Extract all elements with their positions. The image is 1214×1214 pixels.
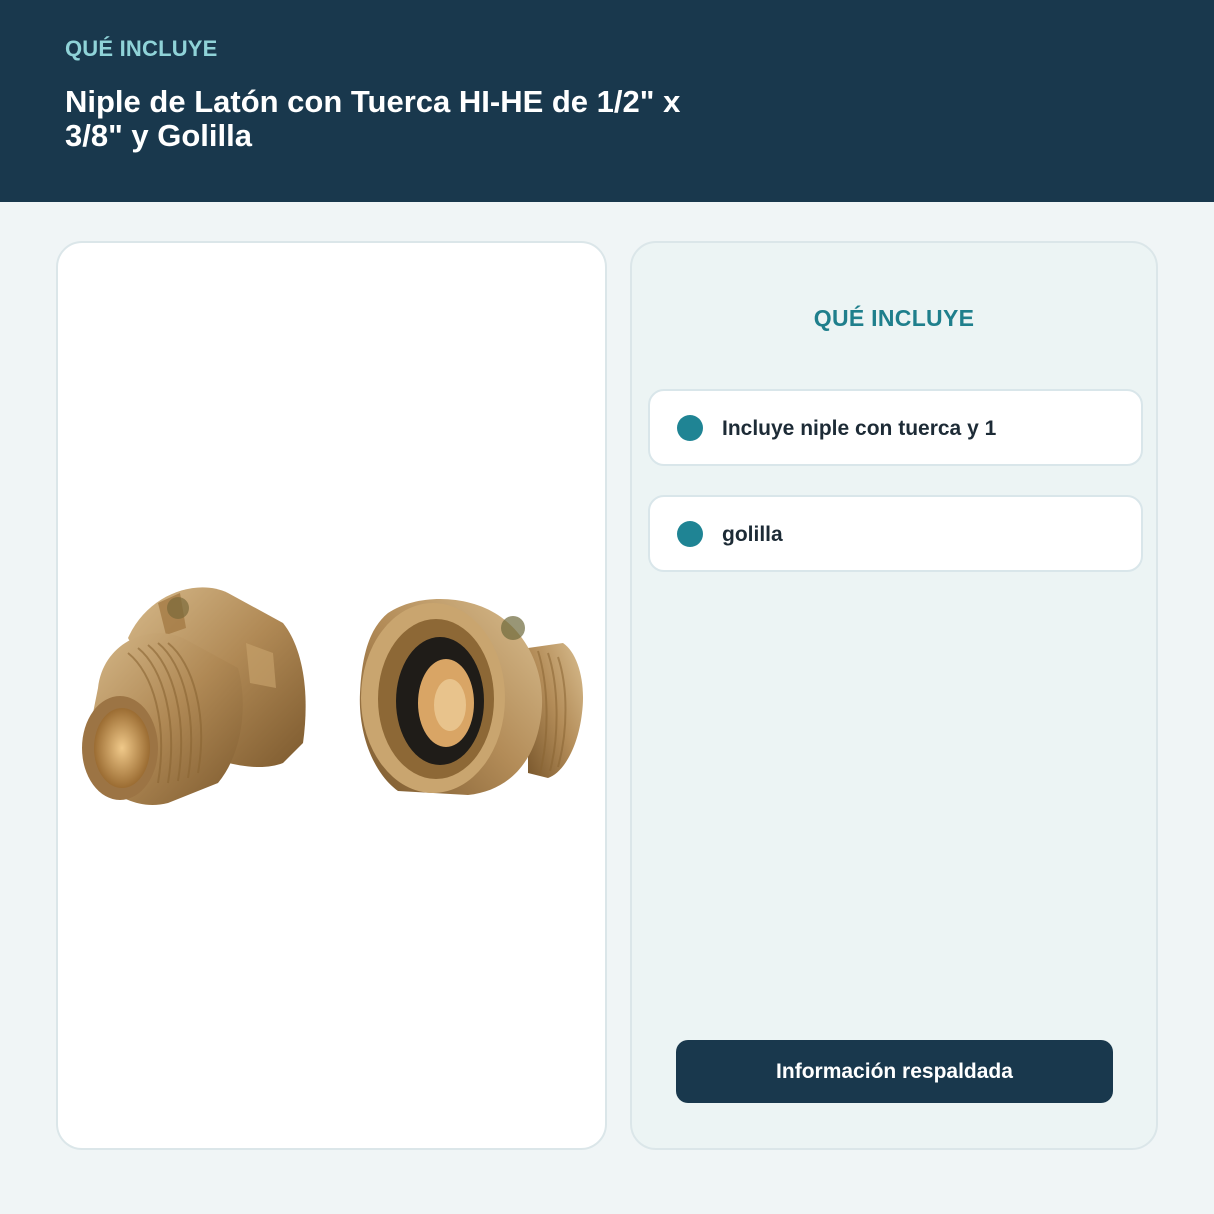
product-image [82, 587, 584, 805]
page-title: Niple de Latón con Tuerca HI-HE de 1/2" … [65, 84, 681, 153]
bullet-icon [677, 521, 703, 547]
includes-panel: QUÉ INCLUYE Incluye niple con tuerca y 1… [630, 241, 1158, 1150]
right-fitting [359, 598, 584, 795]
includes-heading: QUÉ INCLUYE [813, 305, 975, 331]
list-item-label: Incluye niple con tuerca y 1 [722, 417, 997, 440]
page-header: QUÉ INCLUYE Niple de Latón con Tuerca HI… [0, 0, 1214, 202]
header-eyebrow: QUÉ INCLUYE [65, 36, 218, 61]
bullet-icon [677, 415, 703, 441]
verified-info-button[interactable]: Información respaldada [676, 1040, 1113, 1103]
left-fitting [82, 587, 306, 805]
list-item-label: golilla [722, 523, 783, 546]
list-item: golilla [648, 495, 1143, 572]
list-item: Incluye niple con tuerca y 1 [648, 389, 1143, 466]
product-image-card [56, 241, 607, 1150]
